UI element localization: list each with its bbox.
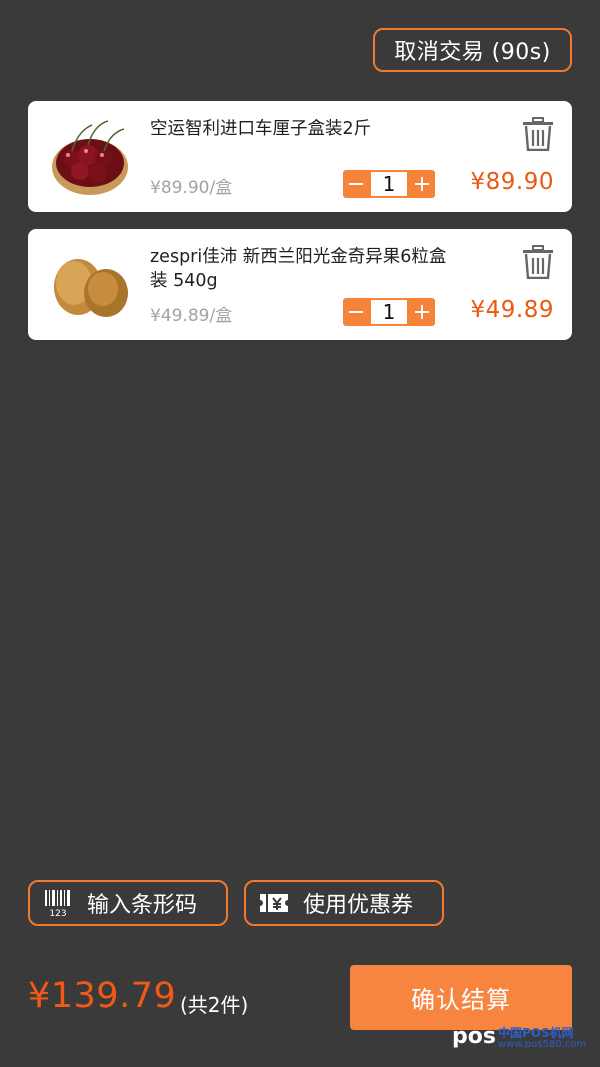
watermark-logo: pos [452, 1024, 496, 1049]
quantity-stepper[interactable]: 1 [343, 170, 435, 198]
trash-icon[interactable] [522, 245, 554, 279]
item-price: ¥49.89 [470, 297, 554, 323]
decrease-quantity-button[interactable] [343, 170, 369, 198]
cart-item: 空运智利进口车厘子盒装2斤 ¥89.90/盒 1 ¥89.90 [28, 101, 572, 212]
decrease-quantity-button[interactable] [343, 298, 369, 326]
quantity-value[interactable]: 1 [371, 172, 407, 196]
cart-item: zespri佳沛 新西兰阳光金奇异果6粒盒装 540g ¥49.89/盒 1 ¥… [28, 229, 572, 340]
unit-price: ¥89.90/盒 [150, 178, 233, 198]
cancel-transaction-button[interactable]: 取消交易 (90s) [373, 28, 572, 72]
product-name: zespri佳沛 新西兰阳光金奇异果6粒盒装 540g [150, 247, 447, 291]
increase-quantity-button[interactable] [409, 298, 435, 326]
increase-quantity-button[interactable] [409, 170, 435, 198]
watermark: pos 中国POS机网 www.pos580.com [452, 1024, 592, 1054]
cherry-image [52, 120, 128, 195]
enter-barcode-button[interactable]: 123 输入条形码 [28, 880, 228, 926]
item-count: (共2件) [180, 993, 249, 1017]
use-coupon-label: 使用优惠券 [303, 893, 414, 918]
barcode-icon: 123 [45, 890, 70, 917]
use-coupon-button[interactable]: 使用优惠券 [244, 880, 444, 926]
coupon-icon [260, 894, 288, 912]
kiwi-image [54, 259, 128, 317]
unit-price: ¥49.89/盒 [150, 306, 233, 326]
item-price: ¥89.90 [470, 169, 554, 195]
quantity-stepper[interactable]: 1 [343, 298, 435, 326]
enter-barcode-label: 输入条形码 [87, 893, 198, 918]
barcode-icon-number: 123 [49, 909, 66, 917]
confirm-checkout-button[interactable]: 确认结算 [350, 965, 572, 1030]
quantity-value[interactable]: 1 [371, 300, 407, 324]
trash-icon[interactable] [522, 117, 554, 151]
product-name: 空运智利进口车厘子盒装2斤 [150, 119, 372, 139]
watermark-url: www.pos580.com [498, 1039, 587, 1050]
total-amount: ¥139.79 [28, 976, 177, 1016]
